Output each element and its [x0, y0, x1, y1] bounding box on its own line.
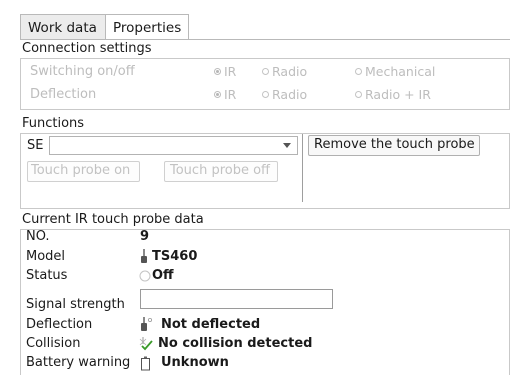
tab-work-data[interactable]: Work data	[20, 14, 106, 40]
radio-unselected-icon	[262, 91, 269, 98]
touch-probe-icon	[141, 249, 147, 263]
deflection-option-ir: IR	[214, 87, 236, 102]
deflection-setting-label: Deflection	[30, 87, 97, 102]
radio-unselected-icon	[355, 91, 362, 98]
switching-option-radio: Radio	[262, 64, 307, 79]
touch-probe-on-label: Touch probe on	[31, 163, 131, 178]
tab-work-data-label: Work data	[28, 20, 97, 36]
functions-divider	[302, 134, 303, 202]
functions-title: Functions	[22, 116, 85, 131]
ir-data-title: Current IR touch probe data	[22, 212, 204, 227]
touch-probe-off-button[interactable]: Touch probe off	[164, 161, 278, 182]
battery-warning-value: Unknown	[161, 355, 229, 370]
battery-icon	[141, 356, 150, 371]
battery-warning-label: Battery warning	[26, 355, 131, 370]
deflection-label: Deflection	[26, 317, 93, 332]
touch-probe-on-button[interactable]: Touch probe on	[27, 161, 140, 182]
signal-strength-bar	[140, 289, 333, 309]
radio-unselected-icon	[355, 68, 362, 75]
collision-label: Collision	[26, 336, 81, 351]
status-circle-icon	[139, 270, 151, 282]
signal-strength-label: Signal strength	[26, 297, 125, 312]
model-label: Model	[26, 249, 66, 264]
deflection-icon	[141, 317, 152, 331]
switching-option-mechanical-label: Mechanical	[365, 64, 436, 79]
switching-option-mechanical: Mechanical	[355, 64, 435, 79]
no-label: NO.	[26, 229, 50, 244]
deflection-option-radio: Radio	[262, 87, 307, 102]
remove-touch-probe-label: Remove the touch probe	[314, 137, 475, 152]
se-dropdown[interactable]	[49, 136, 298, 155]
deflection-option-radio-ir-label: Radio + IR	[365, 87, 431, 102]
no-value: 9	[140, 229, 150, 244]
radio-unselected-icon	[262, 68, 269, 75]
collision-icon	[139, 337, 153, 351]
chevron-down-icon	[283, 143, 291, 148]
se-label: SE	[27, 138, 44, 153]
deflection-option-radio-label: Radio	[272, 87, 308, 102]
switching-option-ir-label: IR	[224, 64, 237, 79]
radio-selected-icon	[214, 68, 221, 75]
collision-value: No collision detected	[158, 336, 313, 351]
touch-probe-off-label: Touch probe off	[170, 163, 271, 178]
switching-option-ir: IR	[214, 64, 236, 79]
tab-properties-label: Properties	[113, 20, 182, 36]
tab-properties[interactable]: Properties	[105, 14, 189, 40]
status-value: Off	[152, 268, 174, 283]
deflection-option-radio-ir: Radio + IR	[355, 87, 431, 102]
radio-selected-icon	[214, 91, 221, 98]
deflection-option-ir-label: IR	[224, 87, 237, 102]
connection-settings-title: Connection settings	[22, 41, 152, 56]
deflection-value: Not deflected	[161, 317, 261, 332]
model-value: TS460	[152, 249, 198, 264]
status-label: Status	[26, 268, 68, 283]
tab-bar-line	[20, 39, 510, 40]
remove-touch-probe-button[interactable]: Remove the touch probe	[308, 135, 480, 156]
switching-option-radio-label: Radio	[272, 64, 308, 79]
switching-label: Switching on/off	[30, 64, 135, 79]
